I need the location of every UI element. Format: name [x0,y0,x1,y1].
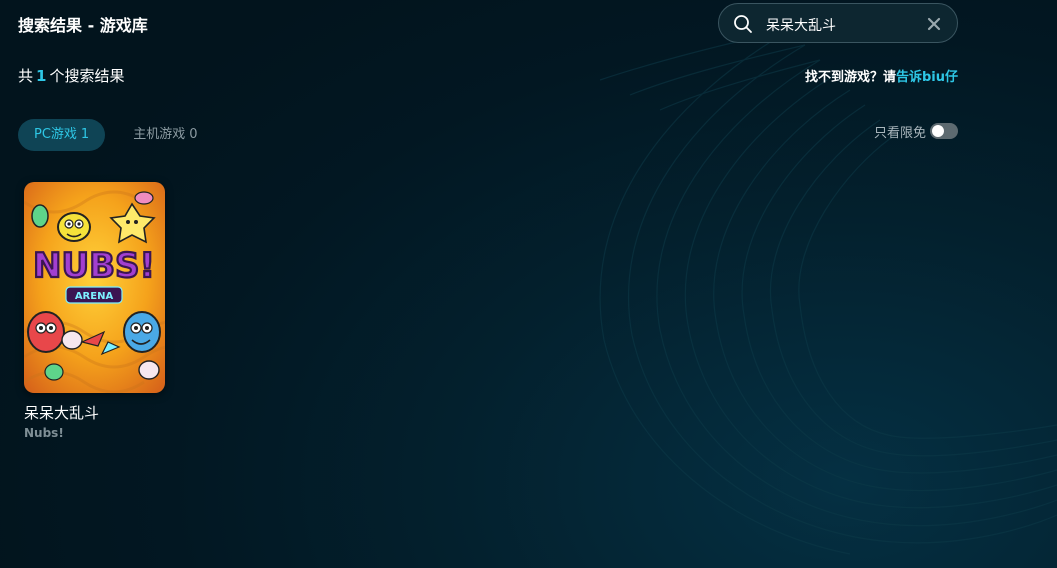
game-cover-image[interactable]: NUBS! ARENA [24,182,165,393]
search-input[interactable]: 呆呆大乱斗 [718,3,958,43]
tab-pc-games-count: 1 [80,127,90,142]
toggle-knob [932,125,944,137]
close-icon[interactable] [927,17,941,31]
result-count-number: 1 [36,67,47,85]
result-count-suffix: 个搜索结果 [49,67,125,85]
feedback-text: 找不到游戏？请 [804,70,896,85]
tab-pc-games[interactable]: PC游戏 1 [18,119,106,151]
result-count: 共 1 个搜索结果 [18,65,124,86]
tab-console-games-label: 主机游戏 [133,127,186,142]
free-only-label: 只看限免 [873,125,926,141]
tab-console-games-count: 0 [189,127,198,142]
result-count-prefix: 共 [18,67,34,85]
cover-logo-text: NUBS! [33,246,155,286]
feedback-prompt: 找不到游戏？请告诉biu仔 [805,66,958,85]
free-only-filter: 只看限免 [873,122,958,141]
search-input-value[interactable]: 呆呆大乱斗 [766,15,836,35]
feedback-link[interactable]: 告诉biu仔 [896,70,958,85]
tab-pc-games-label: PC游戏 [34,127,77,142]
tab-console-games[interactable]: 主机游戏 0 [117,119,213,151]
cover-tagline-text: ARENA [75,291,114,302]
game-subtitle: Nubs! [24,426,64,440]
game-card[interactable]: NUBS! ARENA 呆呆大乱斗 Nubs! [24,182,165,440]
platform-tabs: PC游戏 1 主机游戏 0 [18,119,214,151]
free-only-toggle[interactable] [930,123,958,139]
game-title[interactable]: 呆呆大乱斗 [24,402,165,423]
page-title: 搜索结果 - 游戏库 [18,16,148,35]
search-icon[interactable] [733,14,753,34]
